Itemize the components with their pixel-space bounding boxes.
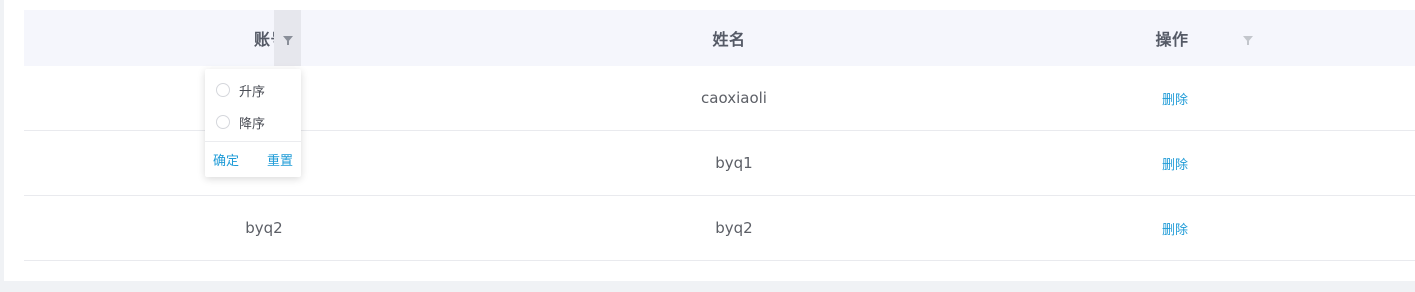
cell-action: 删除 (970, 131, 1405, 195)
column-header-account: 账号 (24, 10, 504, 66)
reset-button[interactable]: 重置 (267, 150, 293, 169)
radio-button[interactable] (216, 83, 230, 97)
cell-name: byq1 (715, 154, 753, 172)
delete-link[interactable]: 删除 (1162, 219, 1188, 238)
account-filter-trigger[interactable] (274, 10, 301, 66)
dropdown-footer: 确定 重置 (205, 141, 301, 177)
funnel-icon (282, 36, 293, 45)
confirm-button[interactable]: 确定 (213, 150, 239, 169)
option-label: 升序 (239, 84, 266, 100)
table-header: 账号 姓名 操作 (24, 10, 1415, 66)
option-label: 降序 (239, 116, 266, 132)
delete-link[interactable]: 删除 (1162, 89, 1188, 108)
radio-button[interactable] (216, 115, 230, 129)
cell-name: byq2 (715, 219, 753, 237)
sort-descending-option[interactable]: 降序 (205, 106, 301, 138)
column-header-action: 操作 (980, 10, 1415, 66)
account-filter-dropdown: 升序 降序 确定 重置 (205, 69, 301, 177)
cell-name: caoxiaoli (701, 89, 767, 107)
column-header-name: 姓名 (504, 10, 1253, 66)
cell-account: byq2 (245, 219, 283, 237)
cell-action: 删除 (970, 196, 1405, 260)
delete-link[interactable]: 删除 (1162, 154, 1188, 173)
column-header-label: 操作 (1155, 30, 1189, 49)
table-row: byq2 byq2 删除 (24, 196, 1415, 261)
sort-options: 升序 降序 (205, 69, 301, 141)
sort-ascending-option[interactable]: 升序 (205, 74, 301, 106)
cell-action: 删除 (970, 66, 1405, 130)
column-header-label: 姓名 (712, 30, 746, 49)
